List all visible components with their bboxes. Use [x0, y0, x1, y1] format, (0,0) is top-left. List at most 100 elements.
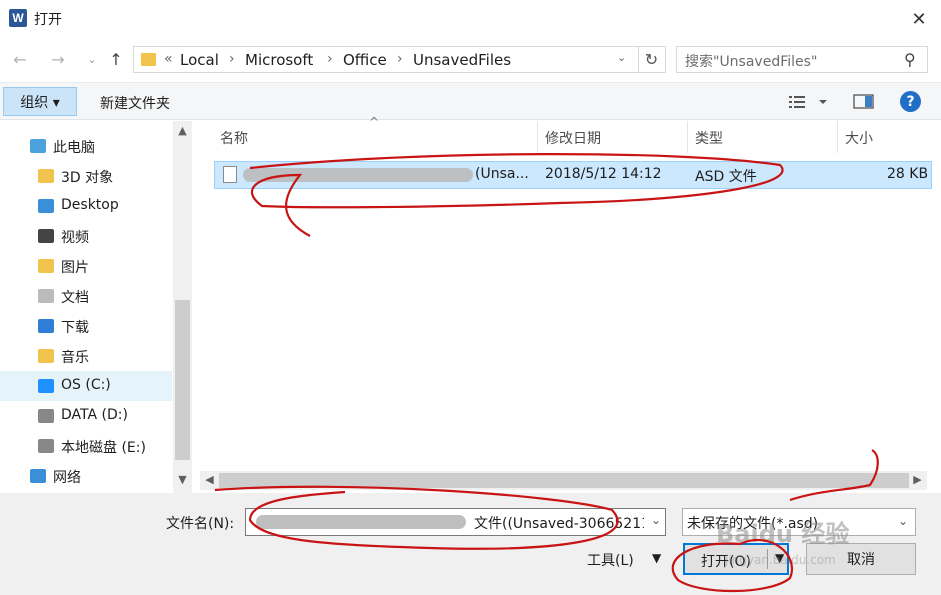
- sort-ascending-icon: ^: [369, 115, 380, 129]
- breadcrumb-overflow[interactable]: «: [164, 51, 173, 67]
- drive-icon: [38, 439, 54, 453]
- redacted-filename: [243, 168, 473, 182]
- search-icon: ⚲: [904, 50, 916, 69]
- preview-pane-icon: [853, 94, 874, 109]
- nav-item-label: DATA (D:): [61, 407, 128, 423]
- nav-item-label: 下载: [61, 320, 89, 336]
- nav-item[interactable]: 音乐: [0, 341, 172, 371]
- breadcrumb-unsavedfiles[interactable]: UnsavedFiles: [413, 51, 511, 69]
- scroll-right-icon[interactable]: ▶: [908, 473, 927, 486]
- nav-item[interactable]: 视频: [0, 221, 172, 251]
- close-icon: ✕: [911, 8, 927, 30]
- column-header-modified[interactable]: 修改日期: [545, 128, 601, 148]
- scroll-down-icon[interactable]: ▼: [173, 473, 192, 486]
- column-divider[interactable]: [837, 121, 838, 153]
- arrow-left-icon: ←: [13, 49, 27, 69]
- nav-item-label: 文档: [61, 290, 89, 306]
- help-button[interactable]: ?: [900, 91, 921, 112]
- search-placeholder: 搜索"UnsavedFiles": [685, 54, 818, 70]
- redacted-filename: [256, 515, 466, 529]
- videos-folder-icon: [38, 229, 54, 243]
- up-button[interactable]: ↑: [104, 46, 128, 72]
- documents-folder-icon: [38, 289, 54, 303]
- recent-locations-button[interactable]: ⌄: [80, 46, 104, 72]
- baidu-watermark: Baidu 经验: [716, 520, 850, 548]
- file-modified: 2018/5/12 14:12: [545, 166, 662, 182]
- title-bar: W 打开 ✕: [0, 0, 941, 38]
- chevron-right-icon[interactable]: ›: [229, 51, 235, 67]
- command-bar: 组织 ▾ 新建文件夹 ?: [0, 82, 941, 120]
- file-row[interactable]: (Unsa... 2018/5/12 14:12 ASD 文件 28 KB: [214, 161, 932, 189]
- nav-item-label: 音乐: [61, 350, 89, 366]
- breadcrumb-microsoft[interactable]: Microsoft: [245, 51, 313, 69]
- chevron-right-icon[interactable]: ›: [327, 51, 333, 67]
- filename-label: 文件名(N):: [166, 516, 235, 532]
- new-folder-button[interactable]: 新建文件夹: [100, 93, 170, 113]
- nav-item-label: OS (C:): [61, 377, 111, 393]
- nav-item[interactable]: DATA (D:): [0, 401, 172, 431]
- back-button[interactable]: ←: [8, 46, 32, 72]
- nav-item-label: 此电脑: [53, 140, 95, 156]
- folder-icon: [141, 53, 156, 66]
- arrow-up-icon: ↑: [109, 49, 123, 69]
- tools-button[interactable]: 工具(L): [587, 550, 634, 570]
- computer-icon: [30, 139, 46, 153]
- address-bar[interactable]: « Local › Microsoft › Office › UnsavedFi…: [133, 46, 666, 73]
- nav-item[interactable]: 此电脑: [0, 131, 172, 161]
- file-size: 28 KB: [887, 166, 929, 182]
- chevron-down-icon[interactable]: ⌄: [617, 51, 626, 64]
- nav-item-label: 网络: [53, 470, 81, 486]
- column-divider[interactable]: [537, 121, 538, 153]
- filename-input[interactable]: 文件((Unsaved-30665211087 ⌄: [245, 508, 666, 536]
- nav-item[interactable]: 图片: [0, 251, 172, 281]
- nav-item-label: 图片: [61, 260, 89, 276]
- nav-scroll-thumb[interactable]: [175, 300, 190, 460]
- chevron-right-icon[interactable]: ›: [397, 51, 403, 67]
- nav-item[interactable]: OS (C:): [0, 371, 172, 401]
- column-header-name[interactable]: 名称: [220, 128, 248, 148]
- breadcrumb-office[interactable]: Office: [343, 51, 387, 69]
- column-divider[interactable]: [687, 121, 688, 153]
- change-view-button[interactable]: [787, 93, 827, 111]
- 3d-objects-icon: [38, 169, 54, 183]
- forward-button[interactable]: →: [46, 46, 70, 72]
- caret-down-icon[interactable]: ▼: [652, 551, 661, 565]
- help-icon: ?: [906, 93, 915, 110]
- column-header-type[interactable]: 类型: [695, 128, 723, 148]
- organize-button[interactable]: 组织 ▾: [3, 87, 77, 116]
- nav-item[interactable]: 3D 对象: [0, 161, 172, 191]
- windows-drive-icon: [38, 379, 54, 393]
- horizontal-scroll-thumb[interactable]: [219, 473, 909, 488]
- nav-item[interactable]: 下载: [0, 311, 172, 341]
- refresh-icon: ↻: [644, 50, 659, 69]
- column-header-size[interactable]: 大小: [845, 128, 873, 148]
- chevron-down-icon[interactable]: ⌄: [898, 514, 908, 528]
- network-icon: [30, 469, 46, 483]
- search-box[interactable]: 搜索"UnsavedFiles" ⚲: [676, 46, 928, 73]
- breadcrumb-local[interactable]: Local: [180, 51, 219, 69]
- preview-pane-button[interactable]: [853, 93, 875, 111]
- refresh-button[interactable]: ↻: [638, 47, 664, 72]
- nav-item[interactable]: Desktop: [0, 191, 172, 221]
- drive-icon: [38, 409, 54, 423]
- nav-item-label: 视频: [61, 230, 89, 246]
- details-view-icon: [789, 96, 827, 108]
- desktop-folder-icon: [38, 199, 54, 213]
- scroll-left-icon[interactable]: ◀: [200, 473, 219, 486]
- scroll-up-icon[interactable]: ▲: [173, 124, 192, 137]
- chevron-down-icon: ⌄: [87, 52, 97, 66]
- close-button[interactable]: ✕: [904, 4, 934, 34]
- nav-item-label: Desktop: [61, 197, 119, 213]
- nav-item-label: 本地磁盘 (E:): [61, 440, 146, 456]
- file-name: (Unsa...: [475, 166, 529, 182]
- nav-item[interactable]: 本地磁盘 (E:): [0, 431, 172, 461]
- chevron-down-icon[interactable]: ⌄: [651, 513, 661, 527]
- file-icon: [223, 166, 237, 183]
- baidu-watermark-url: jingyan.baidu.com: [725, 553, 836, 567]
- music-folder-icon: [38, 349, 54, 363]
- filename-value: 文件((Unsaved-30665211087: [474, 516, 644, 532]
- nav-item[interactable]: 文档: [0, 281, 172, 311]
- nav-item[interactable]: 网络: [0, 461, 172, 491]
- arrow-right-icon: →: [51, 49, 65, 69]
- window-title: 打开: [34, 12, 62, 28]
